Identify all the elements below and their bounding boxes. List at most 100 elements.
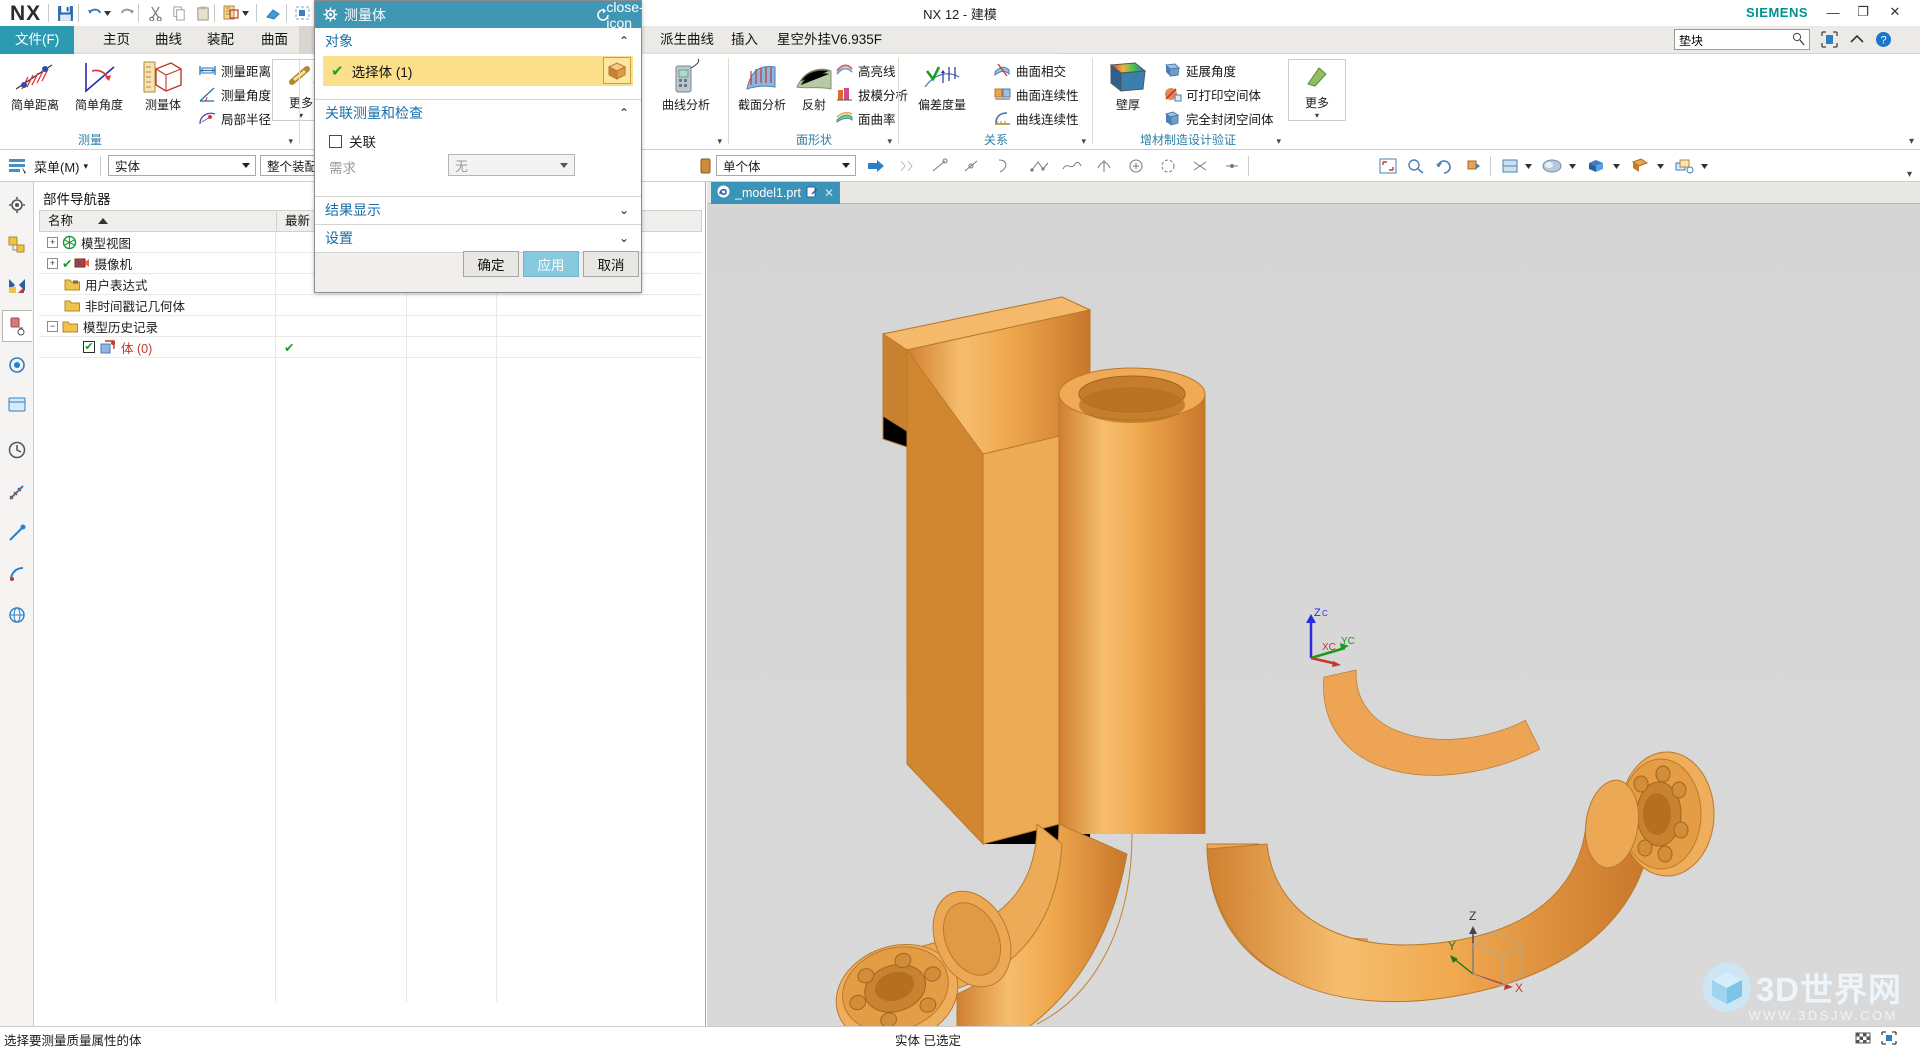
section-view-caret-icon[interactable] (1654, 156, 1666, 176)
close-button[interactable]: ✕ (1882, 2, 1908, 22)
ribbon-button-simple-distance[interactable]: 简单距离 (4, 57, 66, 129)
section-header-settings[interactable]: 设置 ⌄ (315, 225, 641, 251)
associative-checkbox-row[interactable]: 关联 (329, 131, 376, 151)
midpoint-icon[interactable] (960, 156, 984, 176)
collapse-icon[interactable]: − (47, 320, 58, 332)
rail-history-icon[interactable] (2, 435, 32, 465)
cancel-button[interactable]: 取消 (583, 251, 639, 277)
graphics-viewport[interactable]: Z C YC XC Z X Y 3D世界网 WWW.3DSJW.COM (707, 204, 1920, 1026)
fullscreen-icon[interactable] (1818, 29, 1840, 49)
pan-icon[interactable] (1460, 156, 1484, 176)
snap-point-icon[interactable] (896, 156, 920, 176)
ribbon-group-expand-icon[interactable]: ▾ (1276, 136, 1281, 147)
ribbon-button-local-radius[interactable]: 局部半径 (196, 107, 271, 129)
render-style-caret-icon[interactable] (1522, 156, 1534, 176)
ribbon-group-expand-icon[interactable]: ▾ (717, 136, 722, 147)
chevron-down-icon[interactable]: ⌄ (619, 231, 629, 245)
shade-caret-icon[interactable] (1566, 156, 1578, 176)
ribbon-button-curve-analysis[interactable]: 曲线分析 (655, 57, 717, 129)
list-item[interactable]: ✔ 体 (0) ✔ (39, 337, 702, 357)
next-arrow-icon[interactable] (864, 156, 888, 176)
ribbon-button-measure-distance[interactable]: 测量距离 (196, 59, 271, 81)
tab-addon[interactable]: 星空外挂V6.935F (762, 26, 897, 54)
ribbon-group-expand-icon[interactable]: ▾ (1081, 136, 1086, 147)
ribbon-group-expand-icon[interactable]: ▾ (288, 136, 293, 147)
ribbon-button-surface-intersect[interactable]: 曲面相交 (991, 59, 1066, 81)
rail-role-icon[interactable] (2, 518, 32, 548)
close-icon[interactable]: close-icon (606, 0, 643, 31)
rail-system-icon[interactable] (2, 559, 32, 589)
body-icon[interactable] (694, 156, 718, 176)
expand-icon[interactable]: + (47, 236, 58, 248)
rotate-icon[interactable] (1432, 156, 1456, 176)
navigator-column-name[interactable]: 名称 (40, 211, 276, 231)
section-header-associative[interactable]: 关联测量和检查 ⌃ (315, 100, 641, 126)
fit-icon[interactable] (1878, 1029, 1900, 1047)
chevron-up-icon[interactable]: ⌃ (619, 106, 629, 120)
select-body-row[interactable]: ✔ 选择体 (1) (323, 56, 633, 86)
rail-settings-icon[interactable] (2, 190, 32, 220)
ribbon-button-overhang-angle[interactable]: 延展角度 (1161, 59, 1236, 81)
intersection-icon[interactable] (1188, 156, 1212, 176)
command-finder[interactable] (1674, 29, 1810, 50)
rail-part-navigator-icon[interactable] (2, 310, 32, 342)
type-filter-combo[interactable]: 实体 (108, 155, 256, 176)
ribbon-button-face-curvature[interactable]: 面曲率 (833, 107, 896, 129)
ribbon-button-draft-analysis[interactable]: 拔模分析 (833, 83, 908, 105)
quadrant-icon[interactable] (1092, 156, 1116, 176)
ribbon-button-more-am[interactable]: 更多 ▾ (1288, 59, 1346, 121)
ribbon-button-curve-continuity[interactable]: 曲线连续性 (991, 107, 1079, 129)
rail-html-help-icon[interactable] (2, 390, 32, 420)
search-input[interactable] (1679, 32, 1783, 48)
help-icon[interactable]: ? (1872, 29, 1894, 49)
spline-icon[interactable] (1060, 156, 1084, 176)
ribbon-button-measure-angle[interactable]: 测量角度 (196, 83, 271, 105)
rail-assembly-navigator-icon[interactable] (2, 230, 32, 260)
control-point-icon[interactable] (1028, 156, 1052, 176)
ribbon-overflow-icon[interactable]: ▾ (1909, 136, 1914, 147)
arc-icon[interactable] (992, 156, 1016, 176)
ribbon-button-surface-continuity[interactable]: 曲面连续性 (991, 83, 1079, 105)
list-item[interactable]: 非时间戳记几何体 (39, 295, 702, 315)
collapse-ribbon-icon[interactable] (1846, 29, 1868, 49)
ribbon-button-printable-volume[interactable]: 可打印空间体 (1161, 83, 1261, 105)
menu-caret-icon[interactable]: ▾ (84, 161, 89, 172)
row-checkbox[interactable]: ✔ (83, 341, 95, 353)
tab-surface[interactable]: 曲面 (246, 26, 303, 54)
dialog-title-bar[interactable]: 测量体 close-icon (315, 0, 644, 31)
tab-assembly[interactable]: 装配 (192, 26, 249, 54)
ribbon-button-simple-angle[interactable]: 简单角度 (68, 57, 130, 129)
view-orient-icon[interactable] (1584, 156, 1608, 176)
tab-home[interactable]: 主页 (88, 26, 145, 54)
requirement-combo[interactable]: 无 (448, 154, 575, 176)
close-icon[interactable]: ✕ (824, 186, 834, 200)
minimize-button[interactable]: — (1820, 2, 1846, 22)
shade-icon[interactable] (1540, 156, 1564, 176)
center-point-icon[interactable] (1124, 156, 1148, 176)
measure-body-dialog[interactable]: 测量体 close-icon 对象 ⌃ ✔ 选择体 (1) 关联测量和检查 ⌃ … (314, 0, 644, 293)
ribbon-button-wall-thickness[interactable]: 壁厚 (1097, 57, 1159, 129)
render-style-icon[interactable] (1498, 156, 1522, 176)
apply-button[interactable]: 应用 (523, 251, 579, 277)
endpoint-icon[interactable] (928, 156, 952, 176)
rail-measure-tool-icon[interactable] (2, 477, 32, 507)
pole-icon[interactable] (1220, 156, 1244, 176)
section-header-result-display[interactable]: 结果显示 ⌄ (315, 197, 641, 223)
chevron-down-icon[interactable]: ⌄ (619, 203, 629, 217)
associative-checkbox[interactable] (329, 134, 342, 148)
layer-settings-icon[interactable] (1672, 156, 1696, 176)
select-body-icon[interactable] (603, 57, 631, 84)
tab-curve[interactable]: 曲线 (140, 26, 197, 54)
ribbon-group-expand-icon[interactable]: ▾ (887, 136, 892, 147)
chevron-up-icon[interactable]: ⌃ (619, 34, 629, 48)
tab-file[interactable]: 文件(F) (0, 26, 75, 54)
section-view-icon[interactable] (1628, 156, 1652, 176)
search-icon[interactable] (1792, 32, 1805, 49)
menu-button[interactable]: 菜单(M) ▾ (8, 154, 88, 178)
single-body-combo[interactable]: 单个体 (716, 155, 856, 176)
selbar-overflow-icon[interactable]: ▾ (1907, 169, 1912, 180)
rail-constraint-navigator-icon[interactable] (2, 270, 32, 300)
layer-caret-icon[interactable] (1698, 156, 1710, 176)
ribbon-button-highlight-line[interactable]: 高亮线 (833, 59, 896, 81)
tangent-point-icon[interactable] (1156, 156, 1180, 176)
